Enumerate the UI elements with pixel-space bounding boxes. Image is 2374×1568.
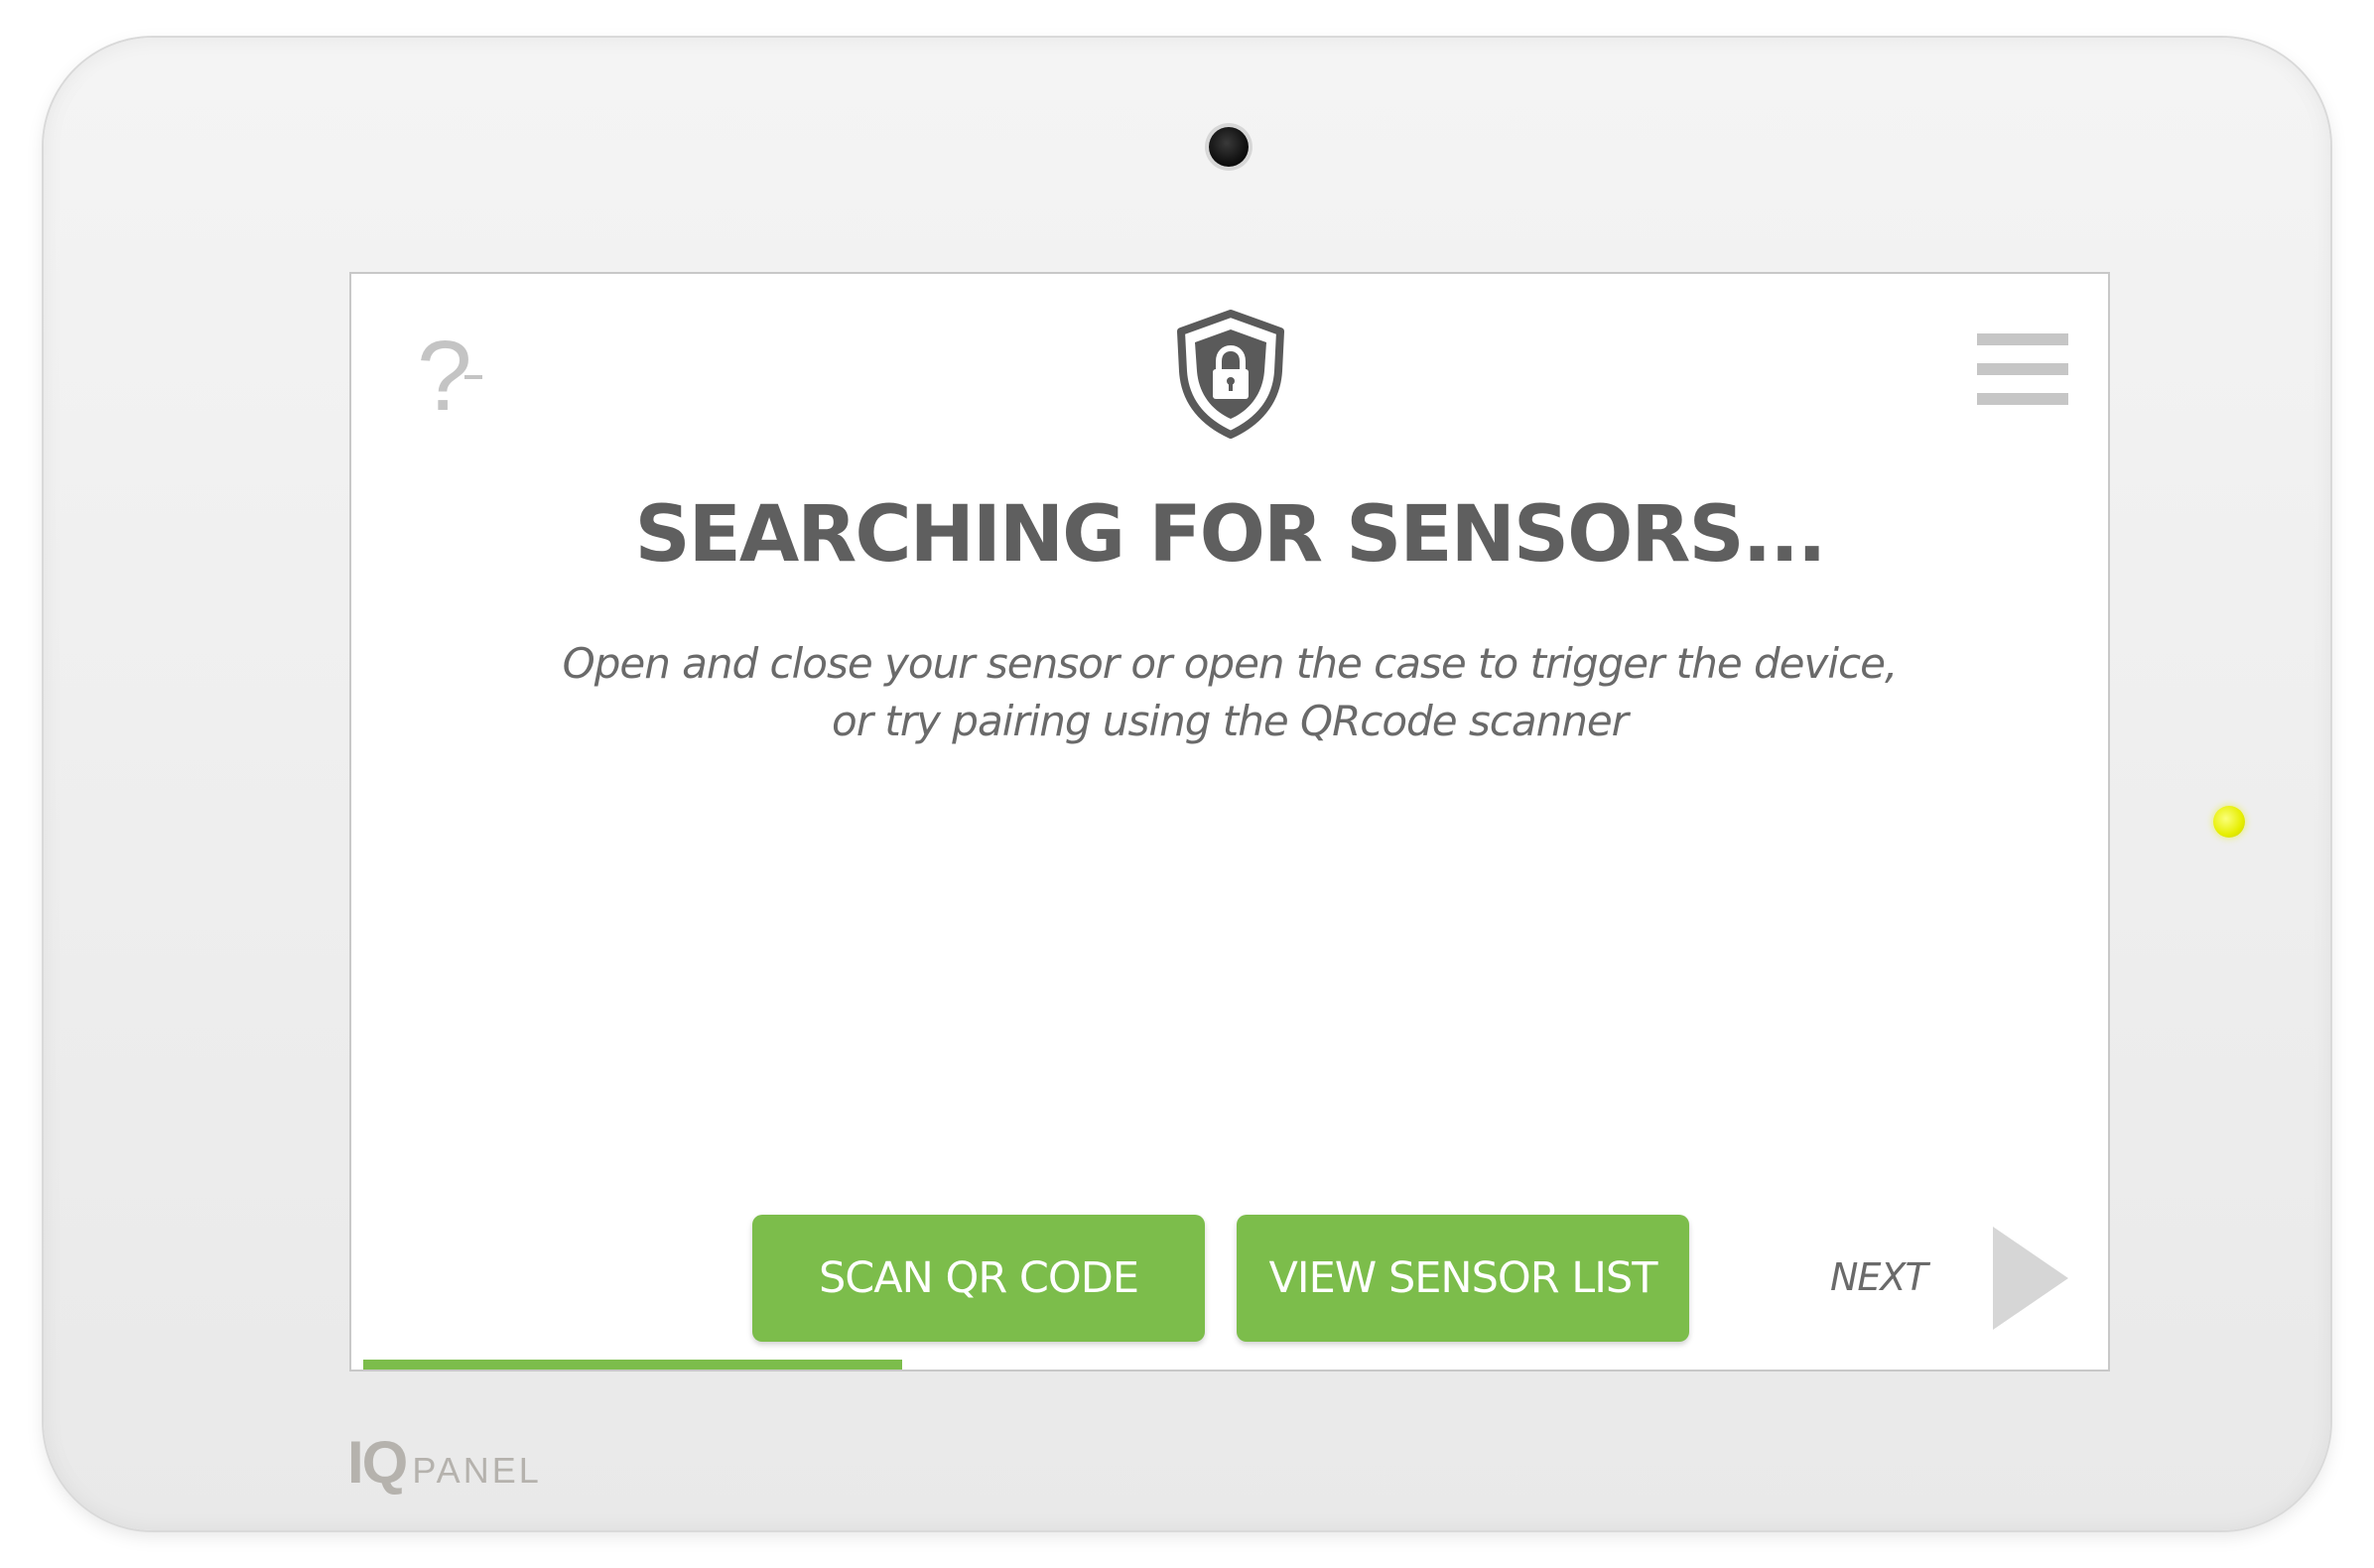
page-title: SEARCHING FOR SENSORS...	[634, 490, 1826, 580]
scan-qr-code-button[interactable]: SCAN QR CODE	[752, 1215, 1205, 1342]
brand-sub: PANEL	[412, 1450, 542, 1491]
status-led	[2213, 806, 2245, 838]
brand-logo: IQ PANEL	[347, 1429, 542, 1496]
menu-bar	[1977, 333, 2068, 345]
camera-icon	[1209, 127, 1249, 167]
shield-lock-icon	[1177, 310, 1284, 439]
help-tick	[464, 375, 482, 379]
panel-device: IQ PANEL ? SEARCHING FOR SENSORS... Open…	[44, 38, 2330, 1530]
play-arrow-icon[interactable]	[1989, 1223, 2072, 1334]
instructions-line-2: or try pairing using the QRcode scanner	[832, 697, 1629, 745]
next-button-label[interactable]: NEXT	[1830, 1252, 1928, 1302]
menu-bar	[1977, 363, 2068, 375]
progress-fill	[363, 1360, 902, 1370]
help-button[interactable]: ?	[417, 322, 496, 431]
touch-screen: ? SEARCHING FOR SENSORS... Open and clos…	[349, 272, 2110, 1372]
view-sensor-list-button[interactable]: VIEW SENSOR LIST	[1237, 1215, 1689, 1342]
brand-mark: IQ	[347, 1429, 408, 1496]
instructions-text: Open and close your sensor or open the c…	[351, 635, 2108, 750]
instructions-line-1: Open and close your sensor or open the c…	[562, 639, 1899, 688]
menu-button[interactable]	[1977, 333, 2068, 405]
progress-bar	[363, 1360, 2100, 1370]
menu-bar	[1977, 393, 2068, 405]
